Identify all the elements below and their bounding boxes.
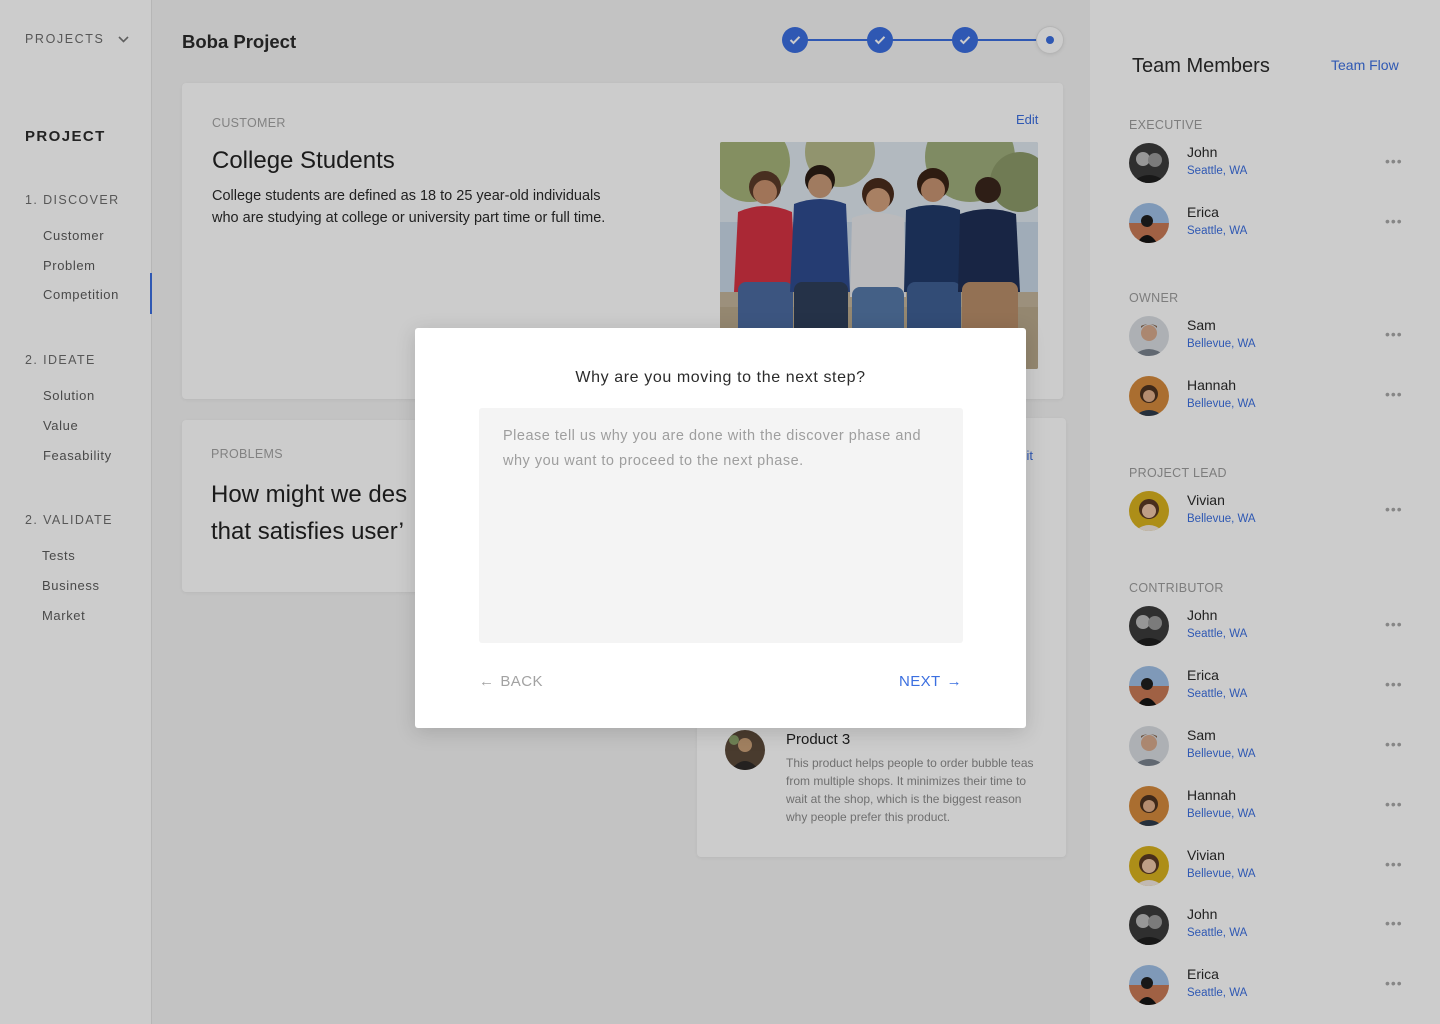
reason-textarea[interactable] xyxy=(479,408,963,643)
back-button[interactable]: ← BACK xyxy=(479,673,543,690)
modal-question: Why are you moving to the next step? xyxy=(575,369,866,386)
back-button-label: BACK xyxy=(500,673,543,690)
next-button[interactable]: NEXT → xyxy=(899,673,962,690)
next-step-modal: Why are you moving to the next step? ← B… xyxy=(415,328,1026,728)
next-button-label: NEXT xyxy=(899,673,941,690)
arrow-left-icon: ← xyxy=(479,673,495,690)
arrow-right-icon: → xyxy=(946,673,963,690)
